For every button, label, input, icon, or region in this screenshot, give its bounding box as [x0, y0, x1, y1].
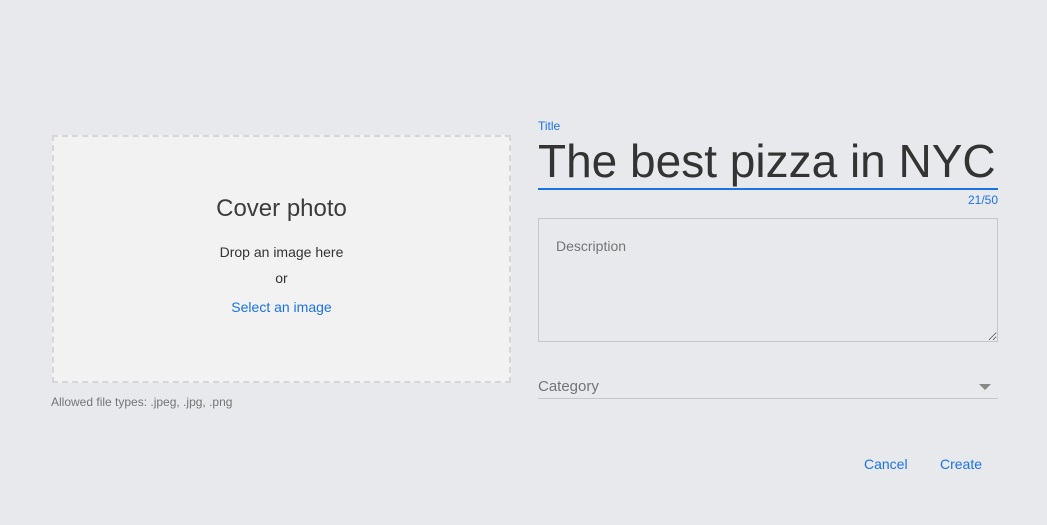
description-textarea[interactable] — [538, 218, 998, 342]
allowed-file-types: Allowed file types: .jpeg, .jpg, .png — [51, 395, 233, 409]
cancel-button[interactable]: Cancel — [864, 456, 908, 472]
or-text: or — [275, 270, 288, 286]
title-input[interactable] — [538, 134, 998, 190]
category-label: Category — [538, 378, 599, 395]
title-label: Title — [538, 119, 561, 133]
category-select[interactable]: Category — [538, 374, 998, 399]
cover-photo-dropzone[interactable]: Cover photo Drop an image here or Select… — [52, 135, 511, 383]
title-char-counter: 21/50 — [967, 193, 998, 207]
create-button[interactable]: Create — [940, 456, 982, 472]
drop-image-text: Drop an image here — [219, 244, 344, 260]
select-image-link[interactable]: Select an image — [54, 299, 509, 315]
cover-photo-title: Cover photo — [216, 195, 347, 222]
caret-down-icon — [979, 384, 991, 390]
